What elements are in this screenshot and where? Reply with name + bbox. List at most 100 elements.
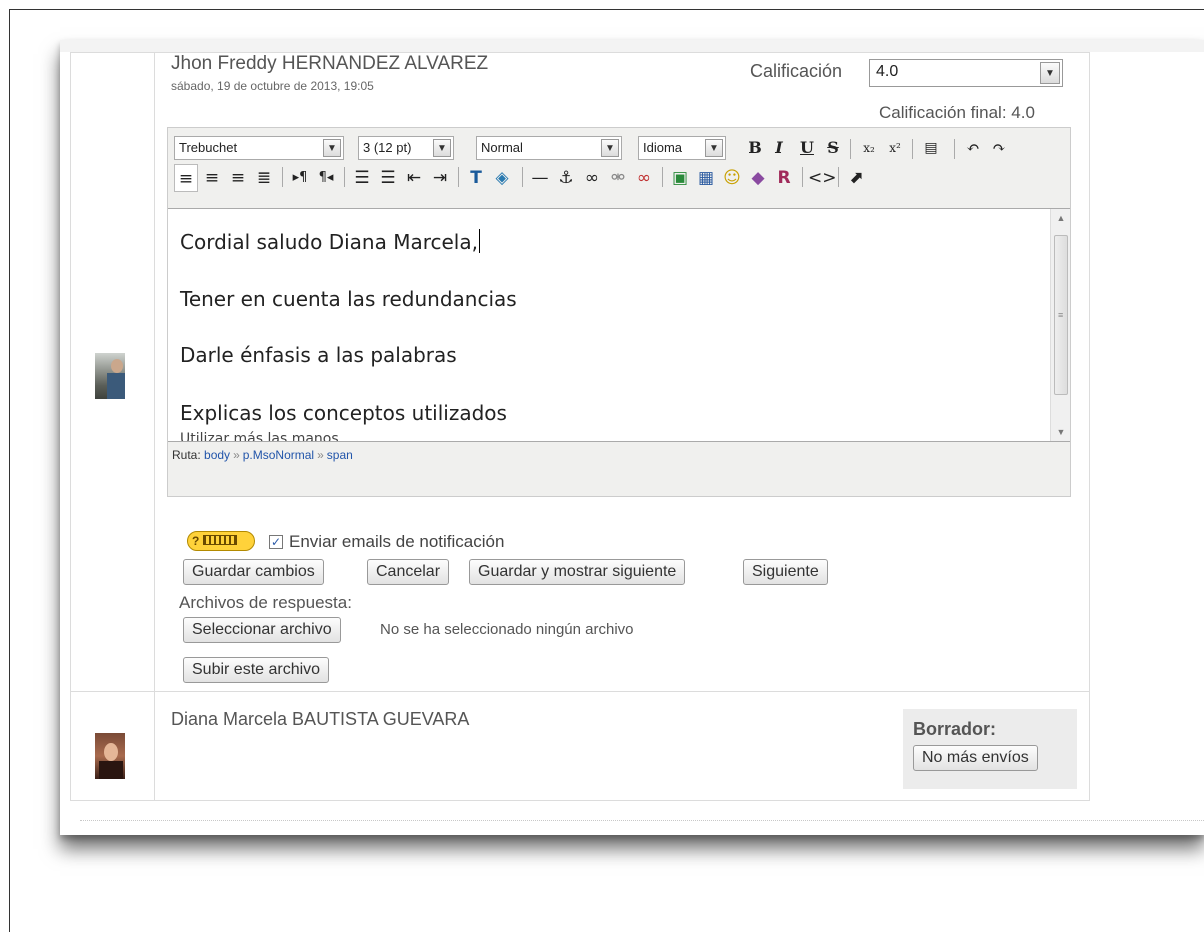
toolbar-separator [662, 167, 663, 187]
outdent-icon[interactable]: ⇤ [402, 164, 426, 192]
avatar-column [71, 53, 155, 800]
choose-file-button[interactable]: Seleccionar archivo [183, 617, 341, 643]
notification-label[interactable]: Enviar emails de notificación [289, 532, 504, 552]
scroll-thumb[interactable]: ≡ [1054, 235, 1068, 395]
response-files-label: Archivos de respuesta: [179, 593, 352, 612]
upload-button[interactable]: Subir este archivo [183, 657, 330, 683]
link-icon[interactable]: ∞ [580, 164, 604, 192]
indent-icon[interactable]: ⇥ [428, 164, 452, 192]
table-icon[interactable]: ▦ [694, 164, 718, 192]
html-source-icon[interactable]: <> [808, 164, 837, 192]
editor-content-area[interactable]: Cordial saludo Diana Marcela, Tener en c… [168, 208, 1070, 442]
save-button[interactable]: Guardar cambios [183, 559, 324, 585]
no-file-text: No se ha seleccionado ningún archivo [380, 621, 634, 638]
font-family-select[interactable]: Trebuchet ▼ [174, 136, 344, 160]
editor-line: Darle énfasis a las palabras [180, 343, 457, 367]
toolbar-separator [458, 167, 459, 187]
text-caret [478, 229, 480, 253]
scroll-down-icon[interactable]: ▼ [1051, 423, 1070, 441]
cancel-button[interactable]: Cancelar [367, 559, 450, 585]
font-size-select[interactable]: 3 (12 pt) ▼ [358, 136, 454, 160]
toolbar-separator [912, 139, 913, 159]
chevron-down-icon[interactable]: ▼ [1040, 62, 1060, 84]
chevron-down-icon[interactable]: ▼ [433, 139, 451, 157]
row-divider [71, 691, 1089, 692]
avatar[interactable] [95, 733, 125, 779]
unlink-icon[interactable]: ⚮ [606, 164, 630, 192]
toolbar-separator [850, 139, 851, 159]
keyboard-help-button[interactable]: ? [187, 531, 255, 551]
fullscreen-icon[interactable]: ⬈ [844, 164, 868, 192]
toolbar-separator [802, 167, 803, 187]
search-replace-icon[interactable]: R [772, 164, 796, 192]
anchor-icon[interactable]: ⚓ [554, 164, 578, 192]
ordered-list-icon[interactable]: ☰ [350, 164, 374, 192]
editor-line: Tener en cuenta las redundancias [180, 287, 517, 311]
format-value: Normal [481, 140, 523, 155]
undo-icon[interactable]: ↶ [962, 136, 984, 160]
editor-line: Cordial saludo Diana Marcela, [180, 229, 480, 254]
submission-date: sábado, 19 de octubre de 2013, 19:05 [171, 79, 374, 93]
strikethrough-icon[interactable]: S [824, 136, 842, 160]
draft-label: Borrador: [913, 719, 997, 739]
horizontal-rule-icon[interactable]: — [528, 164, 552, 192]
align-justify-icon[interactable]: ≣ [252, 164, 276, 192]
language-select[interactable]: Idioma ▼ [638, 136, 726, 160]
path-label: Ruta: [172, 448, 201, 462]
grade-select[interactable]: 4.0 ▼ [869, 59, 1063, 87]
toolbar-separator [954, 139, 955, 159]
toolbar-separator [282, 167, 283, 187]
editor-line: Utilizar más las manos [180, 431, 339, 442]
final-grade: Calificación final: 4.0 [879, 103, 1035, 122]
scroll-up-icon[interactable]: ▲ [1051, 209, 1070, 227]
student-name[interactable]: Diana Marcela BAUTISTA GUEVARA [171, 709, 469, 730]
rtl-icon[interactable]: ¶◂ [314, 164, 338, 192]
align-center-icon[interactable]: ≡ [200, 164, 224, 192]
bold-icon[interactable]: B [746, 136, 764, 160]
unordered-list-icon[interactable]: ☰ [376, 164, 400, 192]
underline-icon[interactable]: U [798, 136, 816, 160]
font-size-value: 3 (12 pt) [363, 140, 412, 155]
keyboard-icon [203, 535, 238, 545]
toolbar-separator [344, 167, 345, 187]
align-left-icon[interactable]: ≡ [174, 164, 198, 192]
student-name[interactable]: Jhon Freddy HERNANDEZ ALVAREZ [171, 53, 488, 75]
notification-checkbox[interactable]: ✓ [269, 535, 283, 549]
superscript-icon[interactable]: x² [884, 136, 906, 160]
no-more-submissions-button[interactable]: No más envíos [913, 745, 1038, 771]
format-select[interactable]: Normal ▼ [476, 136, 622, 160]
clean-word-icon[interactable]: ▤ [920, 136, 942, 160]
italic-icon[interactable]: I [770, 136, 788, 160]
editor-scrollbar[interactable]: ▲ ≡ ▼ [1050, 209, 1070, 441]
font-family-value: Trebuchet [179, 140, 238, 155]
language-value: Idioma [643, 140, 683, 155]
align-right-icon[interactable]: ≡ [226, 164, 250, 192]
smiley-icon[interactable]: ☺ [720, 164, 744, 192]
nolink-icon[interactable]: ∞ [632, 164, 656, 192]
chevron-down-icon[interactable]: ▼ [705, 139, 723, 157]
save-and-next-button[interactable]: Guardar y mostrar siguiente [469, 559, 686, 585]
submissions-table: Jhon Freddy HERNANDEZ ALVAREZ sábado, 19… [70, 52, 1090, 801]
subscript-icon[interactable]: x₂ [858, 136, 880, 160]
background-color-icon[interactable]: ◈ [490, 164, 514, 192]
path-link-body[interactable]: body [204, 448, 230, 462]
bottom-divider [80, 820, 1204, 821]
avatar[interactable] [95, 353, 125, 399]
panel-top-band [60, 40, 1204, 52]
grade-value: 4.0 [876, 63, 899, 80]
path-link-paragraph[interactable]: p.MsoNormal [243, 448, 314, 462]
path-link-span[interactable]: span [327, 448, 353, 462]
toolbar-separator [838, 167, 839, 187]
ltr-icon[interactable]: ▸¶ [288, 164, 312, 192]
chevron-down-icon[interactable]: ▼ [323, 139, 341, 157]
next-button[interactable]: Siguiente [743, 559, 828, 585]
text-color-icon[interactable]: T [464, 164, 488, 192]
draft-status-box: Borrador: No más envíos [903, 709, 1077, 789]
editor-line: Explicas los conceptos utilizados [180, 401, 507, 425]
image-icon[interactable]: ▣ [668, 164, 692, 192]
grading-panel: Jhon Freddy HERNANDEZ ALVAREZ sábado, 19… [60, 40, 1204, 835]
toolbar-separator [522, 167, 523, 187]
chevron-down-icon[interactable]: ▼ [601, 139, 619, 157]
special-char-icon[interactable]: ◆ [746, 164, 770, 192]
redo-icon[interactable]: ↷ [988, 136, 1010, 160]
